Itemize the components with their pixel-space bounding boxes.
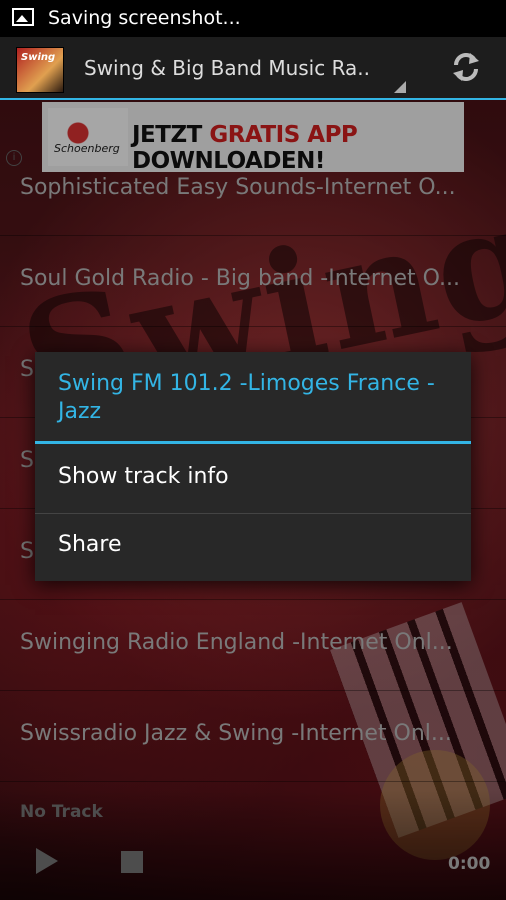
dialog-title: Swing FM 101.2 -Limoges France -Jazz: [58, 371, 435, 424]
spinner-indicator-icon: [394, 81, 406, 93]
logo-text: Swing: [21, 52, 56, 63]
dialog-header: Swing FM 101.2 -Limoges France -Jazz: [35, 352, 471, 444]
status-bar: Saving screenshot...: [0, 0, 506, 37]
image-icon: [12, 8, 34, 26]
action-bar: Swing Swing & Big Band Music Ra..: [0, 37, 506, 100]
app-logo[interactable]: Swing: [16, 47, 64, 93]
refresh-icon[interactable]: [448, 49, 484, 85]
category-spinner[interactable]: Swing & Big Band Music Ra..: [84, 56, 384, 80]
share-option[interactable]: Share: [35, 514, 471, 581]
option-label: Show track info: [58, 464, 229, 489]
status-notification-text: Saving screenshot...: [48, 7, 241, 29]
option-label: Share: [58, 532, 122, 557]
show-track-info-option[interactable]: Show track info: [35, 446, 471, 513]
context-menu-dialog: Swing FM 101.2 -Limoges France -Jazz Sho…: [35, 352, 471, 581]
